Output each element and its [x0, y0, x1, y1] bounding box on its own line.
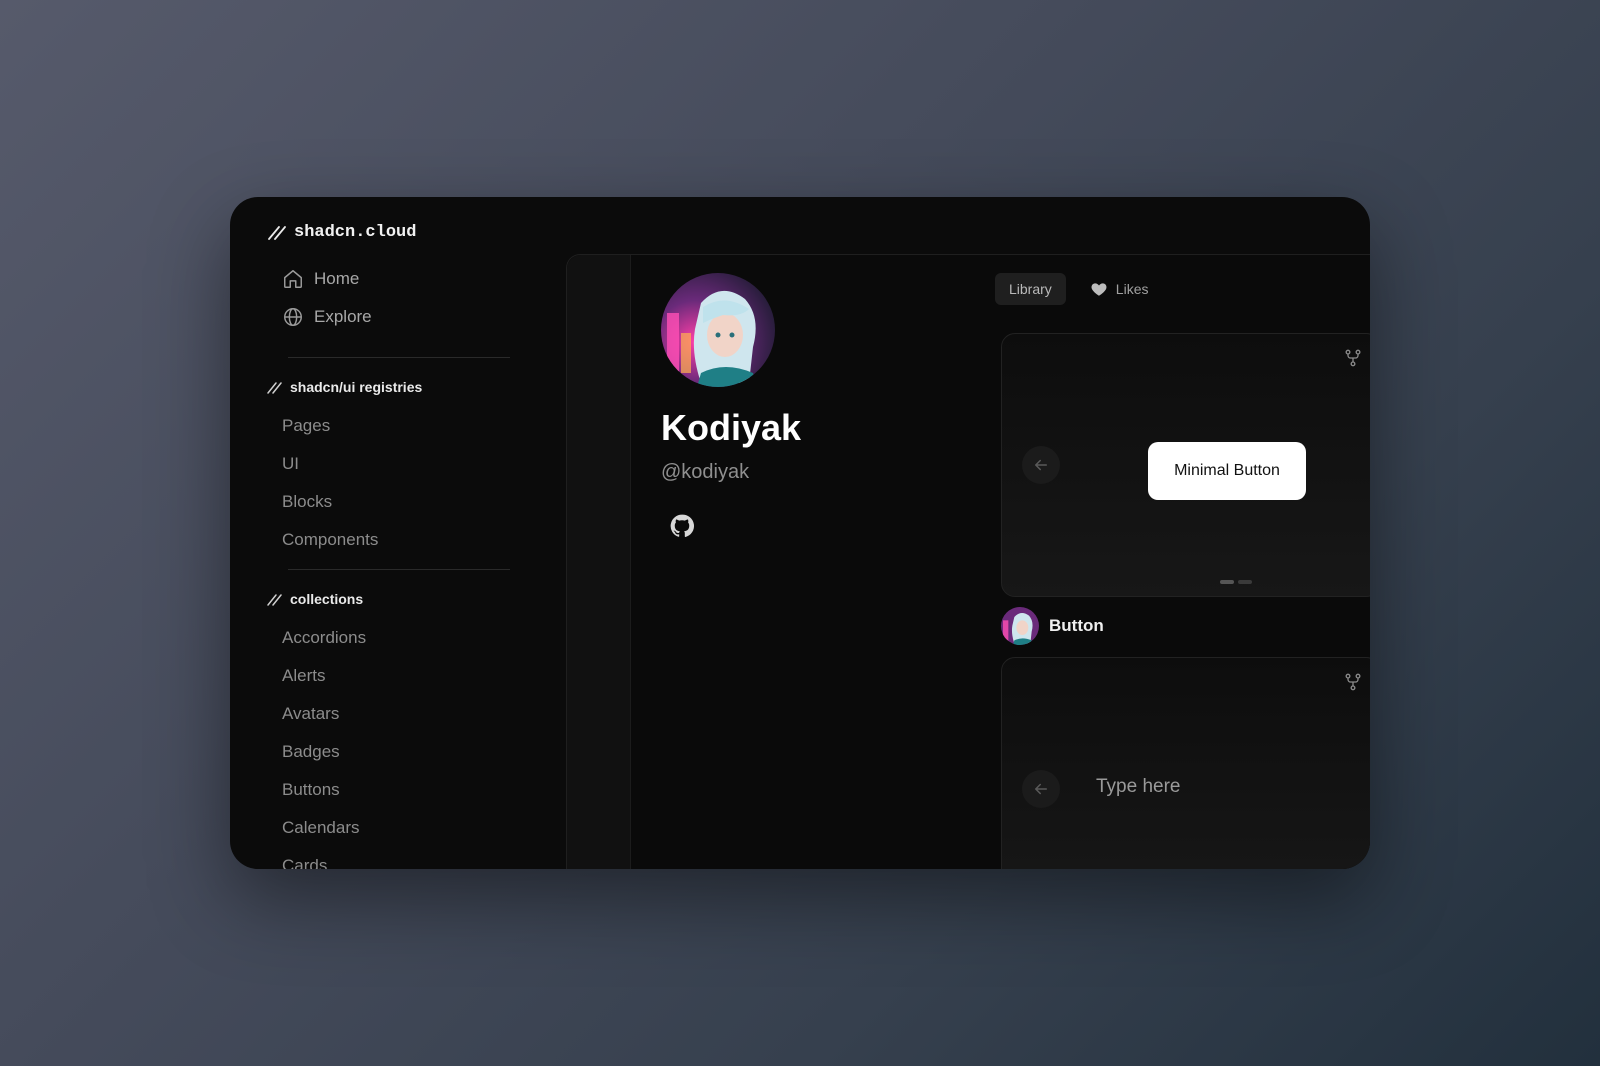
type-here-input[interactable]: [1096, 776, 1296, 798]
tab-label: Likes: [1115, 281, 1149, 297]
sidebar-divider: [288, 357, 510, 358]
avatar-illustration: [1001, 607, 1039, 645]
sidebar: Home Explore shadcn/ui registries Pages …: [230, 257, 560, 869]
arrow-left-icon: [1035, 783, 1047, 795]
arrow-left-icon: [1035, 459, 1047, 471]
carousel-dot[interactable]: [1238, 580, 1252, 584]
carousel-dot[interactable]: [1220, 580, 1234, 584]
profile-avatar[interactable]: [661, 273, 775, 387]
sidebar-item-label: Home: [314, 269, 360, 288]
card-title[interactable]: Button: [1049, 616, 1104, 636]
fork-icon[interactable]: [1343, 348, 1363, 368]
tab-library[interactable]: Library: [995, 273, 1066, 305]
registry-link-blocks[interactable]: Blocks: [282, 489, 332, 515]
collection-link-calendars[interactable]: Calendars: [282, 815, 360, 841]
home-icon: [284, 270, 302, 288]
slash-icon: [267, 594, 282, 606]
component-preview-card[interactable]: Minimal Button: [1001, 333, 1370, 597]
sidebar-item-label: Explore: [314, 307, 372, 326]
collection-link-alerts[interactable]: Alerts: [282, 663, 325, 689]
heart-icon: [1091, 283, 1107, 296]
collection-link-badges[interactable]: Badges: [282, 739, 340, 765]
tab-label: Library: [1009, 281, 1052, 297]
globe-icon: [284, 308, 302, 326]
author-avatar[interactable]: [1001, 607, 1039, 645]
minimal-button-preview[interactable]: Minimal Button: [1148, 442, 1306, 500]
previous-button[interactable]: [1022, 770, 1060, 808]
registry-link-components[interactable]: Components: [282, 527, 378, 553]
card-meta: Button: [1001, 607, 1104, 645]
section-heading-registries: shadcn/ui registries: [266, 375, 422, 399]
profile-name: Kodiyak: [661, 407, 802, 448]
tab-likes[interactable]: Likes: [1076, 273, 1163, 305]
component-preview-card[interactable]: [1001, 657, 1370, 869]
profile-handle: @kodiyak: [661, 461, 750, 483]
profile-panel: Kodiyak @kodiyak Library Likes Minimal B…: [566, 254, 1370, 869]
github-icon[interactable]: [669, 513, 695, 539]
sidebar-item-home[interactable]: Home: [282, 265, 359, 293]
slash-icon: [267, 382, 282, 394]
registry-link-pages[interactable]: Pages: [282, 413, 330, 439]
section-heading-collections: collections: [266, 587, 363, 611]
app-window: shadcn.cloud Home Explore shadcn/ui regi…: [230, 197, 1370, 869]
section-heading-label: collections: [290, 591, 364, 607]
sidebar-item-explore[interactable]: Explore: [282, 303, 372, 331]
section-heading-label: shadcn/ui registries: [290, 379, 423, 395]
collection-link-cards[interactable]: Cards: [282, 853, 327, 869]
registry-link-ui[interactable]: UI: [282, 451, 299, 477]
panel-rail: [567, 255, 631, 869]
avatar-illustration: [661, 273, 775, 387]
collection-link-avatars[interactable]: Avatars: [282, 701, 339, 727]
collection-link-accordions[interactable]: Accordions: [282, 625, 366, 651]
profile-tabs: Library Likes: [995, 273, 1162, 305]
collection-link-buttons[interactable]: Buttons: [282, 777, 340, 803]
slash-logo-icon: [268, 226, 286, 240]
previous-button[interactable]: [1022, 446, 1060, 484]
brand-name: shadcn.cloud: [294, 222, 417, 242]
sidebar-divider: [288, 569, 510, 570]
brand-logo[interactable]: shadcn.cloud: [266, 217, 416, 247]
fork-icon[interactable]: [1343, 672, 1363, 692]
carousel-dots: [1220, 580, 1252, 584]
